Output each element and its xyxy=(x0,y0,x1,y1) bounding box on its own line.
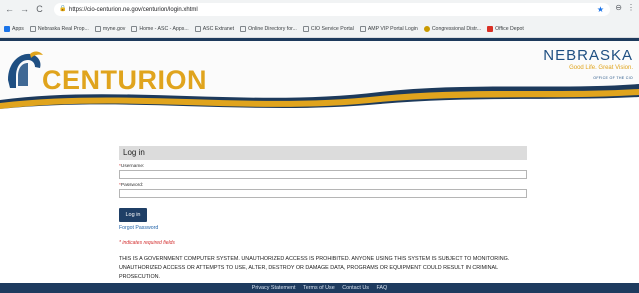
office-depot-icon xyxy=(487,25,494,32)
page-icon xyxy=(29,25,36,32)
login-button[interactable]: Log in xyxy=(119,208,147,222)
footer-link-faq[interactable]: FAQ xyxy=(376,285,387,291)
forward-icon[interactable]: → xyxy=(19,4,30,15)
toolbar-right: ⊖ ⋮ xyxy=(615,3,635,12)
page-icon xyxy=(194,25,201,32)
seal-icon xyxy=(423,25,430,32)
page-icon xyxy=(359,25,366,32)
nebraska-logo: NEBRASKA Good Life. Great Vision. OFFICE… xyxy=(543,47,633,80)
url-text[interactable]: https://cio-centurion.ne.gov/centurion/l… xyxy=(69,7,198,13)
bookmarks-bar: Apps Nebraska Real Prop... myne.gov Home… xyxy=(0,20,639,37)
browser-toolbar: ← → C 🔒 https://cio-centurion.ne.gov/cen… xyxy=(0,0,639,19)
bookmark-item[interactable]: Online Directory for... xyxy=(240,25,297,32)
nebraska-tagline: Good Life. Great Vision. xyxy=(569,65,633,71)
nebraska-wordmark: NEBRASKA xyxy=(543,47,633,64)
forgot-password-link[interactable]: Forgot Password xyxy=(119,225,527,231)
bookmark-apps[interactable]: Apps xyxy=(4,25,24,32)
page-icon xyxy=(94,25,101,32)
page-icon xyxy=(240,25,247,32)
header-wave-graphic xyxy=(0,84,639,112)
bookmark-item[interactable]: Home - ASC - Apps... xyxy=(131,25,189,32)
apps-grid-icon xyxy=(4,25,10,32)
bookmark-item[interactable]: Office Depot xyxy=(487,25,524,32)
government-warning: THIS IS A GOVERNMENT COMPUTER SYSTEM. UN… xyxy=(119,256,510,280)
reload-icon[interactable]: C xyxy=(34,4,45,15)
menu-icon[interactable]: ⋮ xyxy=(627,3,635,12)
lock-icon: 🔒 xyxy=(59,6,67,12)
password-field[interactable] xyxy=(119,189,527,198)
page-icon xyxy=(131,25,138,32)
footer-link-contact[interactable]: Contact Us xyxy=(342,285,369,291)
footer-link-terms[interactable]: Terms of Use xyxy=(303,285,335,291)
browser-chrome: ← → C 🔒 https://cio-centurion.ne.gov/cen… xyxy=(0,0,639,38)
login-title: Log in xyxy=(119,146,527,160)
bookmark-item[interactable]: CIO Service Portal xyxy=(302,25,354,32)
login-panel: Log in *Username: *Password: Log in Forg… xyxy=(119,146,527,282)
site-header: CENTURION NEBRASKA Good Life. Great Visi… xyxy=(0,38,639,112)
username-field[interactable] xyxy=(119,170,527,179)
account-icon[interactable]: ⊖ xyxy=(615,3,622,12)
required-fields-note: * indicates required fields xyxy=(119,240,175,246)
bookmark-item[interactable]: myne.gov xyxy=(94,25,125,32)
back-icon[interactable]: ← xyxy=(4,4,15,15)
header-topline xyxy=(0,38,639,41)
office-label: OFFICE OF THE CIO xyxy=(593,76,633,80)
bookmark-star-icon[interactable]: ★ xyxy=(597,5,604,14)
bookmark-item[interactable]: ASC Extranet xyxy=(194,25,234,32)
footer-link-privacy[interactable]: Privacy Statement xyxy=(252,285,296,291)
bookmark-item[interactable]: Congressional Distr... xyxy=(423,25,481,32)
username-label: *Username: xyxy=(119,164,145,169)
password-label: *Password: xyxy=(119,183,144,188)
page-icon xyxy=(302,25,309,32)
bookmark-item[interactable]: Nebraska Real Prop... xyxy=(29,25,89,32)
bookmark-item[interactable]: AMP VIP Portal Login xyxy=(359,25,418,32)
site-footer: Privacy Statement Terms of Use Contact U… xyxy=(0,283,639,293)
address-bar[interactable]: 🔒 https://cio-centurion.ne.gov/centurion… xyxy=(54,3,610,16)
